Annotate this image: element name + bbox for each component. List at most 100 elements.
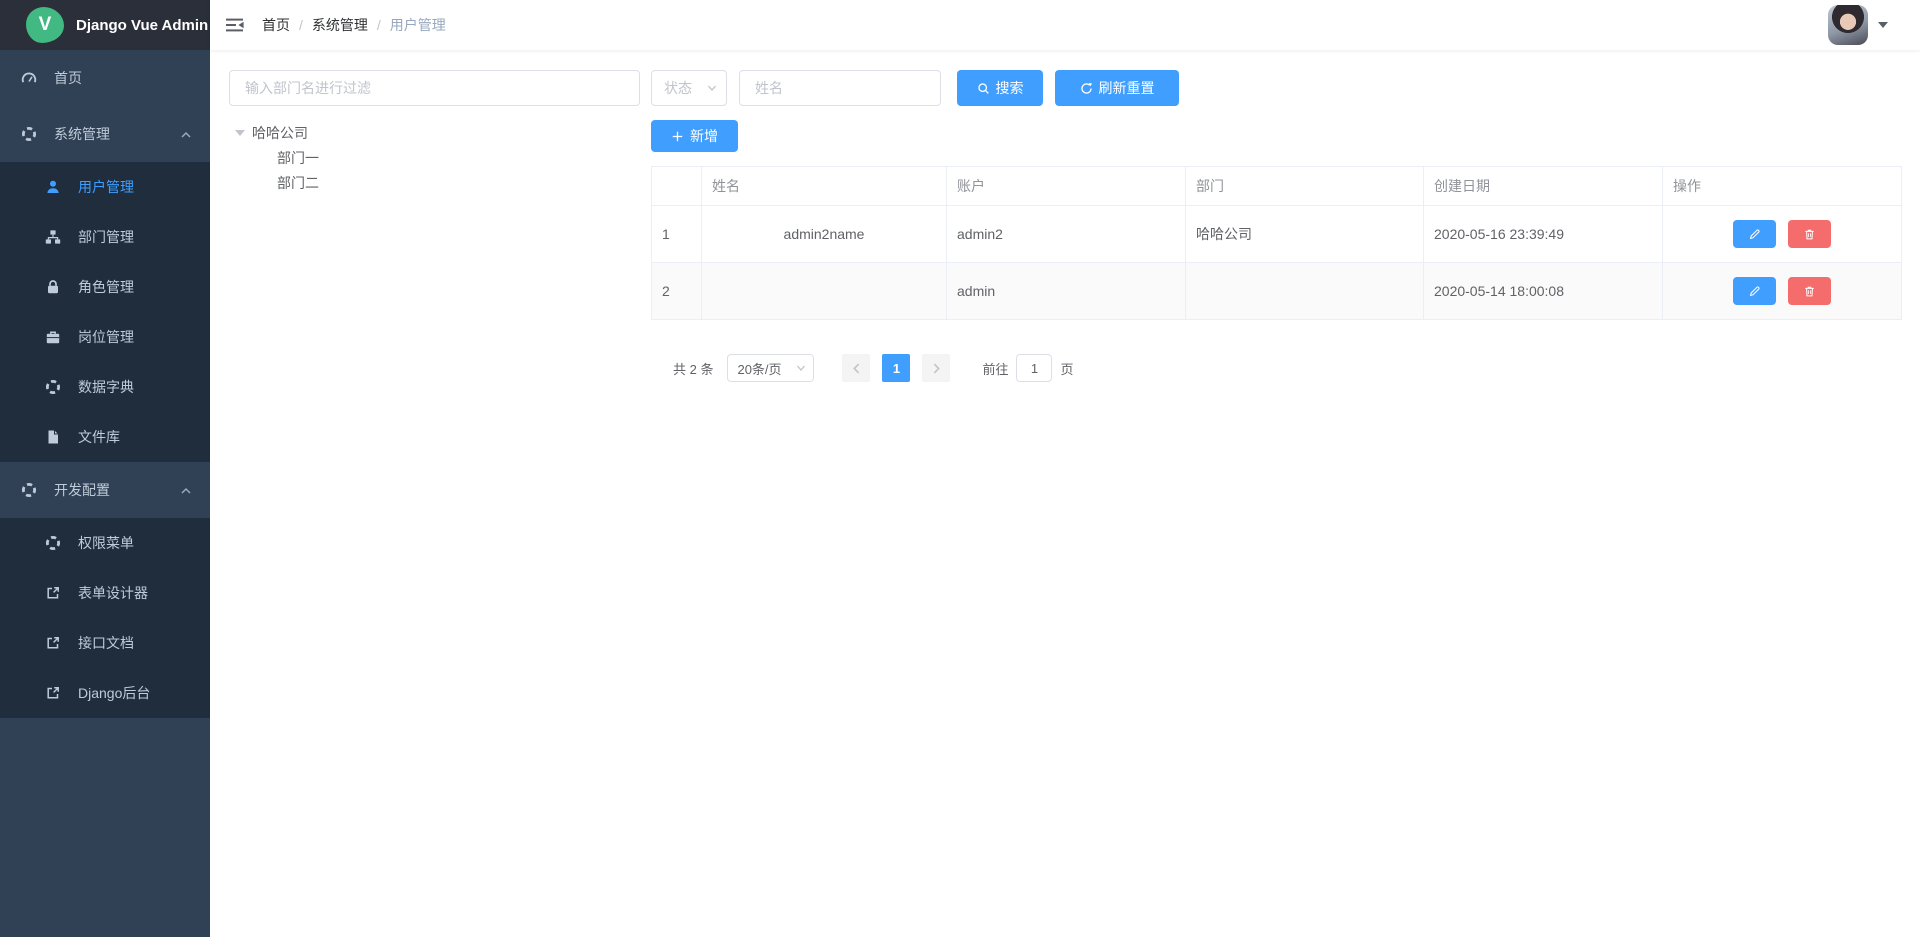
cell-index: 2 (652, 263, 702, 320)
sidebar-item-django-admin[interactable]: Django后台 (0, 668, 210, 718)
column-header-account: 账户 (947, 167, 1186, 206)
sidebar-item-posts[interactable]: 岗位管理 (0, 312, 210, 362)
table-row: 1 admin2name admin2 哈哈公司 2020-05-16 23:3… (652, 206, 1902, 263)
row-actions (1673, 220, 1891, 248)
component-icon (45, 535, 61, 551)
breadcrumb-separator: / (299, 17, 303, 33)
user-avatar[interactable] (1828, 5, 1868, 45)
edit-button[interactable] (1733, 277, 1776, 305)
page-unit-label: 页 (1060, 359, 1073, 378)
component-icon (21, 482, 37, 498)
cell-dept (1186, 263, 1424, 320)
cell-index: 1 (652, 206, 702, 263)
delete-button[interactable] (1788, 277, 1831, 305)
sidebar-item-perm-menu[interactable]: 权限菜单 (0, 518, 210, 568)
sidebar-group-dev[interactable]: 开发配置 (0, 462, 210, 518)
cell-name (702, 263, 947, 320)
column-header-actions: 操作 (1663, 167, 1902, 206)
page-number-button[interactable]: 1 (882, 354, 910, 382)
tree-node-label: 哈哈公司 (252, 123, 308, 143)
filter-row: 状态 搜索 刷新重置 (651, 70, 1902, 106)
sidebar-item-label: 部门管理 (78, 227, 134, 247)
add-button[interactable]: 新增 (651, 120, 738, 152)
refresh-reset-button[interactable]: 刷新重置 (1055, 70, 1179, 106)
external-link-icon (45, 585, 61, 601)
sidebar-item-label: 首页 (54, 68, 82, 88)
sidebar-item-label: 权限菜单 (78, 533, 134, 553)
sidebar-item-departments[interactable]: 部门管理 (0, 212, 210, 262)
sidebar-group-label: 系统管理 (54, 124, 110, 144)
sidebar-item-label: 用户管理 (78, 177, 134, 197)
department-filter-input[interactable] (229, 70, 640, 106)
top-navbar: 首页 / 系统管理 / 用户管理 (210, 0, 1920, 50)
prev-page-button[interactable] (842, 354, 870, 382)
external-link-icon (45, 635, 61, 651)
sidebar-item-label: 数据字典 (78, 377, 134, 397)
tree-node-root[interactable]: 哈哈公司 (229, 120, 640, 145)
search-button-label: 搜索 (996, 78, 1024, 98)
tree-node-child[interactable]: 部门一 (229, 145, 640, 170)
sidebar-group-system[interactable]: 系统管理 (0, 106, 210, 162)
column-header-created: 创建日期 (1424, 167, 1663, 206)
sidebar-item-form-designer[interactable]: 表单设计器 (0, 568, 210, 618)
page-size-value: 20条/页 (737, 359, 781, 378)
sidebar-item-label: Django后台 (78, 683, 150, 703)
pagination: 共 2 条 20条/页 1 前往 (651, 354, 1902, 382)
column-header-dept: 部门 (1186, 167, 1424, 206)
edit-button[interactable] (1733, 220, 1776, 248)
sidebar-item-api-docs[interactable]: 接口文档 (0, 618, 210, 668)
main-area: 首页 / 系统管理 / 用户管理 哈哈公司 (210, 0, 1920, 937)
department-tree: 哈哈公司 部门一 部门二 (229, 120, 640, 195)
chevron-down-icon (796, 363, 806, 373)
status-select-placeholder: 状态 (664, 78, 692, 98)
vue-logo-icon: V (26, 7, 64, 43)
sidebar-item-users[interactable]: 用户管理 (0, 162, 210, 212)
sidebar-collapse-icon[interactable] (210, 0, 260, 50)
department-panel: 哈哈公司 部门一 部门二 (229, 70, 640, 382)
table-header-row: 姓名 账户 部门 创建日期 操作 (652, 167, 1902, 206)
caret-down-icon (1878, 22, 1888, 28)
chevron-down-icon (707, 83, 717, 93)
briefcase-icon (45, 329, 61, 345)
delete-button[interactable] (1788, 220, 1831, 248)
user-dropdown[interactable] (1828, 5, 1888, 45)
page-size-select[interactable]: 20条/页 (727, 354, 814, 382)
breadcrumb-current: 用户管理 (390, 15, 446, 35)
tree-expand-icon[interactable] (235, 130, 245, 136)
tree-node-child[interactable]: 部门二 (229, 170, 640, 195)
name-filter-input[interactable] (739, 70, 941, 106)
sidebar-item-label: 岗位管理 (78, 327, 134, 347)
breadcrumb: 首页 / 系统管理 / 用户管理 (262, 15, 446, 35)
status-select[interactable]: 状态 (651, 70, 727, 106)
cell-account: admin (947, 263, 1186, 320)
pagination-total: 共 2 条 (673, 359, 713, 378)
chevron-up-icon (180, 128, 192, 140)
sidebar-item-label: 接口文档 (78, 633, 134, 653)
app-title: Django Vue Admin (76, 17, 208, 34)
sidebar-item-files[interactable]: 文件库 (0, 412, 210, 462)
sidebar-item-label: 表单设计器 (78, 583, 148, 603)
users-table: 姓名 账户 部门 创建日期 操作 1 admin2name admin2 哈哈公 (651, 166, 1902, 320)
dashboard-icon (21, 70, 37, 86)
component-icon (21, 126, 37, 142)
sidebar-item-home[interactable]: 首页 (0, 50, 210, 106)
tree-node-label: 部门一 (277, 148, 319, 168)
sidebar-item-dictionary[interactable]: 数据字典 (0, 362, 210, 412)
next-page-button[interactable] (922, 354, 950, 382)
breadcrumb-home[interactable]: 首页 (262, 15, 290, 35)
toolbar: 新增 (651, 120, 1902, 152)
submenu-system: 用户管理 部门管理 角色管理 (0, 162, 210, 462)
logo-bar[interactable]: V Django Vue Admin (0, 0, 210, 50)
user-list-panel: 状态 搜索 刷新重置 (651, 70, 1902, 382)
external-link-icon (45, 685, 61, 701)
component-icon (45, 379, 61, 395)
search-button[interactable]: 搜索 (957, 70, 1043, 106)
document-icon (45, 429, 61, 445)
goto-page-input[interactable] (1016, 354, 1052, 382)
sidebar-item-label: 角色管理 (78, 277, 134, 297)
sidebar-item-label: 文件库 (78, 427, 120, 447)
sidebar-item-roles[interactable]: 角色管理 (0, 262, 210, 312)
row-actions (1673, 277, 1891, 305)
sidebar-menu: 首页 系统管理 用户管理 (0, 50, 210, 937)
app-root: V Django Vue Admin 首页 系统管理 (0, 0, 1920, 937)
